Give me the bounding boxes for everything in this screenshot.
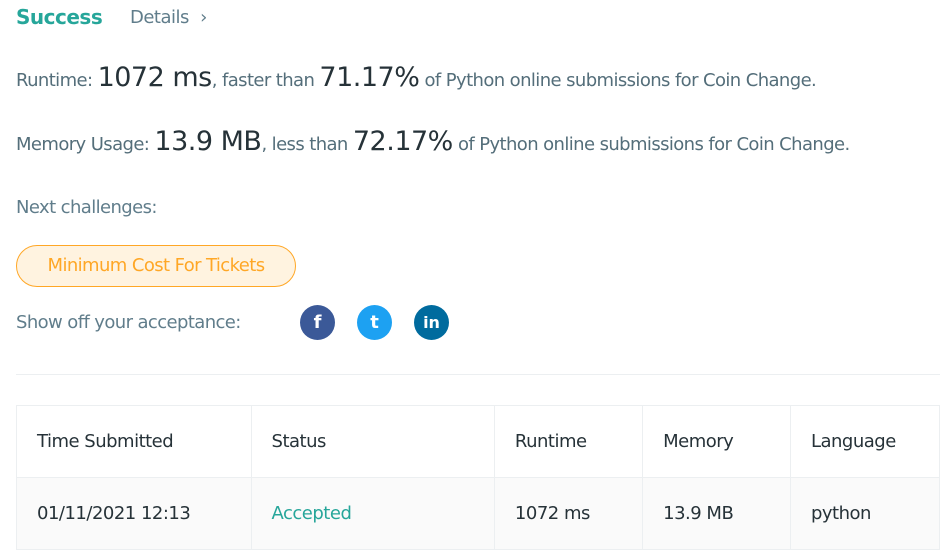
col-runtime: Runtime bbox=[493, 405, 644, 478]
chevron-right-icon: › bbox=[200, 7, 207, 28]
col-memory: Memory bbox=[642, 405, 791, 478]
memory-label: Memory Usage: bbox=[16, 134, 150, 155]
memory-line: Memory Usage: 13.9 MB, less than 72.17% … bbox=[16, 126, 850, 157]
submissions-table: Time Submitted Status Runtime Memory Lan… bbox=[16, 405, 940, 550]
facebook-icon[interactable]: f bbox=[300, 305, 335, 340]
runtime-label: Runtime: bbox=[16, 70, 93, 91]
runtime-mid: , faster than bbox=[211, 70, 315, 91]
memory-percent: 72.17% bbox=[352, 126, 453, 157]
table-header-row: Time Submitted Status Runtime Memory Lan… bbox=[16, 405, 940, 478]
memory-value: 13.9 MB bbox=[154, 126, 262, 157]
cell-time: 01/11/2021 12:13 bbox=[16, 477, 252, 550]
next-challenge-chip[interactable]: Minimum Cost For Tickets bbox=[16, 245, 296, 287]
memory-suffix: of Python online submissions for Coin Ch… bbox=[457, 134, 850, 155]
runtime-line: Runtime: 1072 ms, faster than 71.17% of … bbox=[16, 62, 817, 93]
cell-runtime: 1072 ms bbox=[493, 477, 644, 550]
runtime-suffix: of Python online submissions for Coin Ch… bbox=[424, 70, 817, 91]
details-label: Details bbox=[130, 7, 189, 28]
cell-memory: 13.9 MB bbox=[642, 477, 791, 550]
runtime-value: 1072 ms bbox=[97, 62, 213, 93]
memory-mid: , less than bbox=[261, 134, 348, 155]
runtime-percent: 71.17% bbox=[319, 62, 420, 93]
divider bbox=[16, 374, 940, 375]
result-status: Success bbox=[16, 5, 103, 29]
col-status: Status bbox=[250, 405, 495, 478]
cell-language: python bbox=[789, 477, 940, 550]
linkedin-icon[interactable]: in bbox=[414, 305, 449, 340]
col-language: Language bbox=[789, 405, 940, 478]
table-row: 01/11/2021 12:13 Accepted 1072 ms 13.9 M… bbox=[16, 477, 940, 550]
twitter-icon[interactable]: t bbox=[357, 305, 392, 340]
share-label: Show off your acceptance: bbox=[16, 312, 241, 333]
status-accepted-link[interactable]: Accepted bbox=[250, 477, 495, 550]
col-time: Time Submitted bbox=[16, 405, 252, 478]
next-challenges-label: Next challenges: bbox=[16, 197, 157, 218]
details-link[interactable]: Details › bbox=[130, 7, 207, 28]
